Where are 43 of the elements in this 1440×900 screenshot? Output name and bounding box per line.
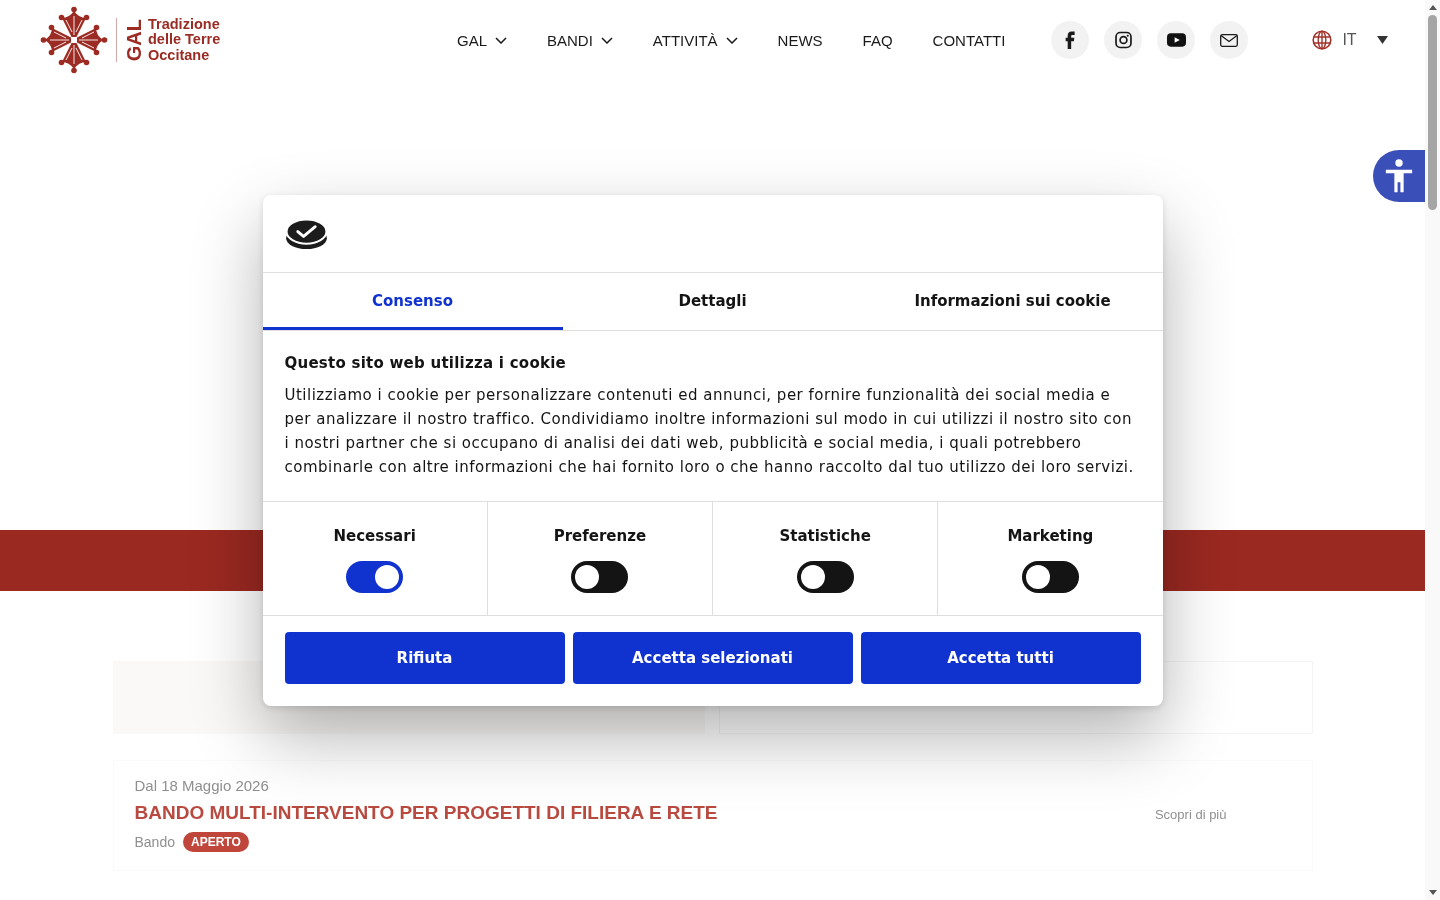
toggle-switch[interactable] <box>1021 560 1079 593</box>
nav-link[interactable]: CONTATTI <box>932 31 1006 49</box>
youtube-icon <box>1166 33 1186 47</box>
social-link[interactable] <box>1051 21 1090 59</box>
dialog-heading: Questo sito web utilizza i cookie <box>284 352 567 373</box>
consent-button[interactable]: Accetta tutti <box>860 631 1141 684</box>
toggle-switch[interactable] <box>796 560 854 593</box>
instagram-icon <box>1114 31 1132 49</box>
scrollbar-thumb[interactable] <box>1428 15 1437 210</box>
logo-acronym: GAL <box>125 18 143 62</box>
social-link[interactable] <box>1104 21 1143 59</box>
consent-button[interactable]: Accetta selezionati <box>572 631 853 684</box>
category-label: Marketing <box>1007 525 1094 546</box>
category-label: Necessari <box>333 525 416 546</box>
social-link[interactable] <box>1210 21 1249 59</box>
listing-date: Dal 18 Maggio 2026 <box>134 777 270 794</box>
social-link[interactable] <box>1157 21 1196 59</box>
language-selector[interactable]: IT <box>1312 30 1388 50</box>
dialog-text: Utilizziamo i cookie per personalizzare contenuti ed annunci, per fornire funzionalità dei social media e per analizzare il nostro traffico. Condividiamo inoltre informazioni sul modo in cui utilizzi il nostro sito con i nostri partner che si occupano di analisi dei dati web, pubblicità e social media, i quali potrebbero combinarle con altre informazioni che hai fornito loro o che hanno raccolto dal tuo utilizzo dei loro servizi. <box>284 384 1135 478</box>
nav-link[interactable]: NEWS <box>777 31 823 49</box>
toggle-switch[interactable] <box>571 560 629 593</box>
nav-link[interactable]: ATTIVITÀ <box>652 31 738 49</box>
status-badge: APERTO <box>183 832 249 852</box>
scroll-up-arrow-icon[interactable] <box>1428 5 1437 10</box>
scrollbar-track[interactable] <box>1425 0 1440 900</box>
tab[interactable]: Consenso <box>262 272 563 330</box>
globe-icon <box>1312 30 1333 50</box>
listing-type: Bando <box>134 834 175 850</box>
consent-button[interactable]: Rifiuta <box>284 631 565 684</box>
accessibility-button[interactable] <box>1373 150 1425 202</box>
scroll-down-arrow-icon[interactable] <box>1428 890 1437 895</box>
listing-title: BANDO MULTI-INTERVENTO PER PROGETTI DI FILIERA E RETE <box>134 802 718 824</box>
category-label: Statistiche <box>779 525 871 546</box>
nav-link[interactable]: GAL <box>457 31 507 49</box>
caret-down-icon <box>1376 36 1388 44</box>
nav-link[interactable]: BANDI <box>547 31 613 49</box>
mail-icon <box>1220 33 1239 47</box>
nav-link[interactable]: FAQ <box>862 31 893 49</box>
logo-wordmark: Tradizione delle Terre Occitane <box>148 16 221 64</box>
accessibility-person-icon <box>1384 159 1414 193</box>
toggle-switch[interactable] <box>346 560 404 593</box>
category-label: Preferenze <box>553 525 647 546</box>
cross-emblem-icon <box>40 6 108 74</box>
